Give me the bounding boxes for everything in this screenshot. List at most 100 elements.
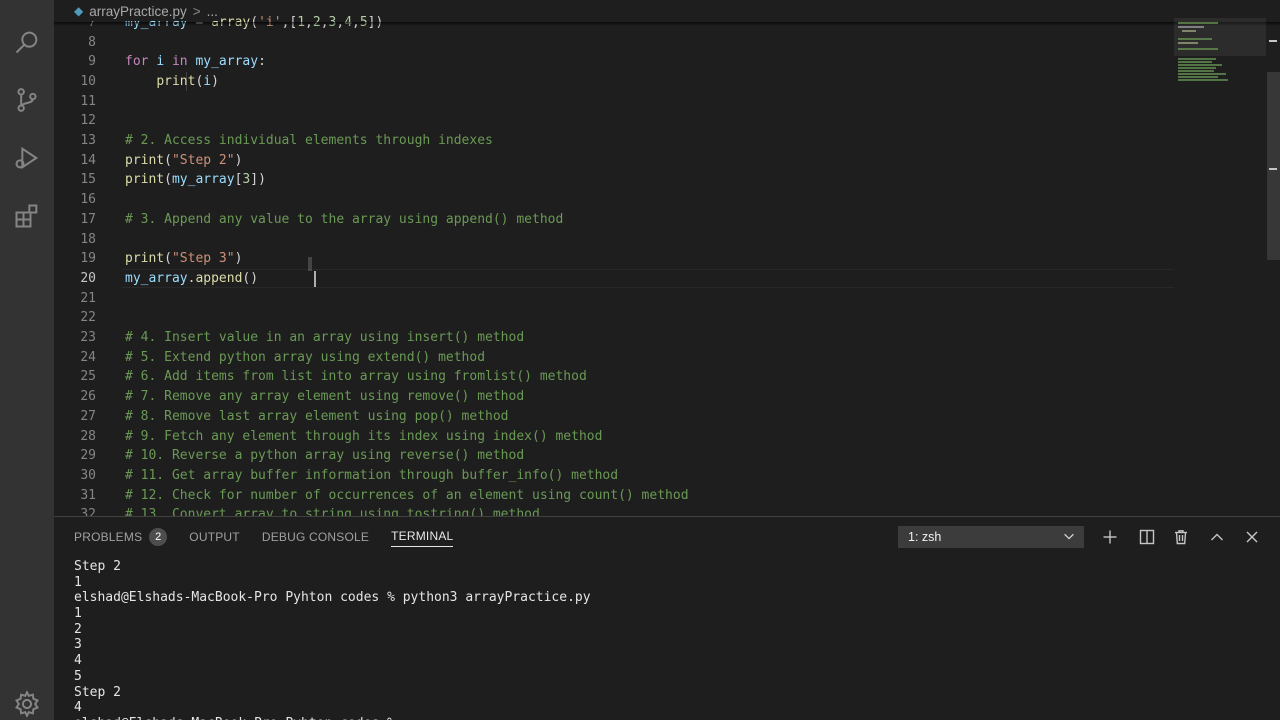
- code-line[interactable]: 31 # 12. Check for number of occurrences …: [54, 485, 1174, 505]
- close-panel-button[interactable]: [1242, 527, 1262, 547]
- terminal-line: 4: [74, 700, 82, 716]
- add-terminal-button[interactable]: [1100, 527, 1120, 547]
- code-line[interactable]: 28 # 9. Fetch any element through its ind…: [54, 426, 1174, 446]
- code-token: print: [125, 172, 165, 188]
- code-line[interactable]: 21: [54, 288, 1174, 308]
- tab-problems-label: PROBLEMS: [74, 530, 143, 544]
- chevron-down-icon: [1064, 533, 1074, 540]
- code-token: ): [211, 73, 219, 89]
- code-line[interactable]: 24 # 5. Extend python array using extend(…: [54, 347, 1174, 367]
- line-number: 25: [80, 369, 96, 385]
- code-token: my_array: [125, 270, 188, 286]
- code-line[interactable]: 22: [54, 308, 1174, 328]
- code-token: my_array: [171, 172, 235, 188]
- close-icon: [1246, 531, 1258, 543]
- terminal-line: 2: [74, 621, 82, 637]
- breadcrumb[interactable]: ◆ arrayPractice.py > ...: [74, 1, 218, 21]
- maximize-panel-button[interactable]: [1207, 527, 1227, 547]
- line-number: 18: [80, 231, 96, 247]
- tab-terminal-label: TERMINAL: [391, 529, 454, 543]
- code-token: # 6. Add items from list into array usin…: [125, 369, 587, 385]
- code-line[interactable]: 18: [54, 229, 1174, 249]
- tab-problems[interactable]: PROBLEMS 2: [74, 527, 168, 547]
- extensions-icon[interactable]: [11, 200, 43, 232]
- code-token: i: [156, 54, 165, 70]
- code-line[interactable]: 9 for i in my_array:: [54, 52, 1174, 72]
- line-number: 19: [80, 251, 96, 267]
- line-number: 30: [80, 467, 96, 483]
- scrollbar-marker: [1269, 168, 1277, 170]
- code-token: # 9. Fetch any element through its index…: [125, 428, 603, 444]
- search-icon[interactable]: [11, 26, 43, 58]
- editor-scrollbar-thumb[interactable]: [1267, 72, 1280, 260]
- code-line[interactable]: 13 # 2. Access individual elements throug…: [54, 131, 1174, 151]
- code-token: in: [171, 54, 188, 70]
- code-line[interactable]: 8: [54, 32, 1174, 52]
- line-number: 12: [80, 113, 96, 129]
- line-number: 28: [80, 428, 96, 444]
- code-token: ): [234, 152, 243, 168]
- code-line[interactable]: 25 # 6. Add items from list into array us…: [54, 367, 1174, 387]
- code-editor[interactable]: 7my_array = array('i',[1,2,3,4,5])89for …: [54, 0, 1280, 516]
- python-file-icon: ◆: [74, 4, 84, 18]
- code-token: # 7. Remove any array element using remo…: [125, 389, 525, 405]
- terminal-line: elshad@Elshads-MacBook-Pro Pyhton codes …: [74, 590, 591, 606]
- line-number: 22: [80, 310, 96, 326]
- code-token: 3: [242, 172, 251, 188]
- code-line[interactable]: 32 # 13. Convert array to string using to…: [54, 505, 1174, 516]
- tab-output[interactable]: OUTPUT: [189, 527, 240, 547]
- terminal-selector[interactable]: 1: zsh: [898, 526, 1084, 548]
- line-number: 15: [80, 172, 96, 188]
- code-line[interactable]: 11: [54, 91, 1174, 111]
- code-token: for: [125, 54, 149, 70]
- terminal-line: 1: [74, 574, 82, 590]
- code-line[interactable]: 29 # 10. Reverse a python array using rev…: [54, 446, 1174, 466]
- breadcrumb-more[interactable]: ...: [207, 4, 218, 19]
- code-line[interactable]: 10 print(i): [54, 72, 1174, 92]
- code-token: "Step 3": [171, 251, 235, 267]
- tab-debug-console[interactable]: DEBUG CONSOLE: [262, 527, 369, 547]
- scrollbar-marker: [1269, 40, 1277, 42]
- code-line[interactable]: 30 # 11. Get array buffer information thr…: [54, 466, 1174, 486]
- kill-terminal-button[interactable]: [1171, 527, 1191, 547]
- code-line[interactable]: 20 my_array. append(): [54, 269, 1174, 289]
- code-token: print: [125, 251, 165, 267]
- code-token: .: [187, 270, 196, 286]
- line-number: 8: [88, 34, 96, 50]
- source-control-icon[interactable]: [11, 84, 43, 116]
- minimap[interactable]: [1174, 18, 1266, 98]
- breadcrumb-separator: >: [192, 3, 201, 19]
- tab-debug-console-label: DEBUG CONSOLE: [261, 530, 370, 544]
- code-line[interactable]: 26 # 7. Remove any array element using re…: [54, 387, 1174, 407]
- code-line[interactable]: 17 # 3. Append any value to the array usi…: [54, 210, 1174, 230]
- tab-output-label: OUTPUT: [189, 530, 240, 544]
- code-line[interactable]: 16: [54, 190, 1174, 210]
- breadcrumb-file[interactable]: arrayPractice.py: [89, 4, 187, 19]
- tab-terminal[interactable]: TERMINAL: [391, 527, 454, 547]
- files-icon[interactable]: [11, 0, 43, 22]
- line-number: 16: [80, 192, 96, 208]
- code-token: # 12. Check for number of occurrences of…: [125, 487, 689, 503]
- code-line[interactable]: 15 print(my_array[3]): [54, 170, 1174, 190]
- terminal-output[interactable]: Step 2 1 elshad@Elshads-MacBook-Pro Pyhton…: [74, 559, 591, 720]
- settings-gear-icon[interactable]: [11, 688, 43, 720]
- code-token: (: [164, 152, 172, 168]
- code-token: (: [164, 172, 172, 188]
- code-line[interactable]: 12: [54, 111, 1174, 131]
- code-line[interactable]: 19 print("Step 3"): [54, 249, 1174, 269]
- line-number: 14: [80, 152, 96, 168]
- code-token: # 4. Insert value in an array using inse…: [125, 330, 525, 346]
- bottom-panel: PROBLEMS 2 OUTPUT DEBUG CONSOLE TERMINAL…: [54, 516, 1280, 720]
- code-line[interactable]: 27 # 8. Remove last array element using p…: [54, 407, 1174, 427]
- code-line[interactable]: 23 # 4. Insert value in an array using in…: [54, 328, 1174, 348]
- run-debug-icon[interactable]: [11, 142, 43, 174]
- line-number: 32: [80, 507, 96, 516]
- line-number: 21: [80, 290, 96, 306]
- line-number: 17: [80, 211, 96, 227]
- panel-tabs: PROBLEMS 2 OUTPUT DEBUG CONSOLE TERMINAL: [74, 527, 454, 547]
- code-token: # 3. Append any value to the array using…: [125, 211, 564, 227]
- code-line[interactable]: 14 print("Step 2"): [54, 150, 1174, 170]
- split-terminal-button[interactable]: [1137, 527, 1157, 547]
